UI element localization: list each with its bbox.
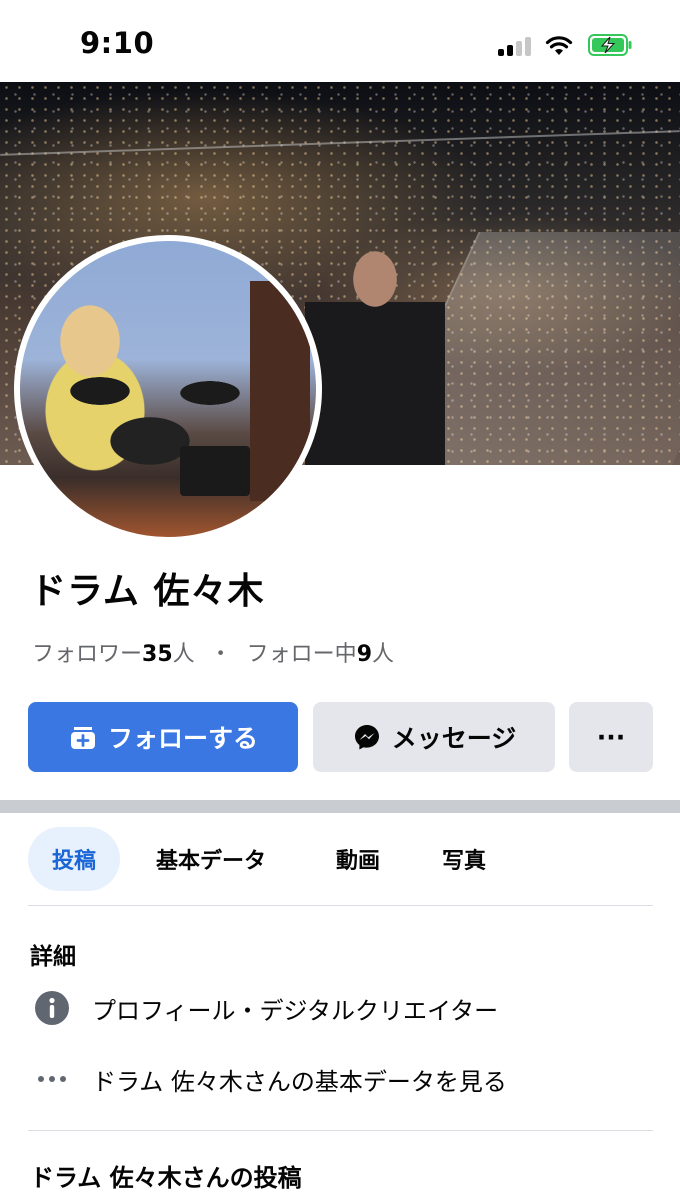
- following-suffix: 人: [372, 642, 395, 667]
- follow-add-icon: [68, 722, 98, 752]
- wifi-icon: [544, 33, 574, 57]
- see-basic-data-link[interactable]: ドラム 佐々木さんの基本データを見る: [92, 1062, 507, 1097]
- followers-link[interactable]: フォロワー35人: [32, 642, 195, 667]
- tab-videos[interactable]: 動画: [336, 827, 380, 891]
- stats-separator: ・: [209, 642, 232, 667]
- detail-item-profile-type: プロフィール・デジタルクリエイター: [34, 990, 498, 1026]
- avatar-speaker: [180, 446, 250, 496]
- battery-charging-icon: [588, 34, 632, 56]
- messenger-icon: [352, 722, 382, 752]
- tab-posts[interactable]: 投稿: [28, 827, 120, 891]
- more-dots-icon: [34, 1061, 70, 1097]
- cover-person: [305, 247, 445, 465]
- tabs-divider: [28, 905, 653, 906]
- info-icon: [34, 990, 70, 1026]
- section-divider: [0, 800, 680, 813]
- followers-count: 35: [142, 642, 173, 667]
- followers-suffix: 人: [172, 642, 195, 667]
- following-link[interactable]: フォロー中9人: [247, 642, 394, 667]
- tab-basic-data[interactable]: 基本データ: [156, 827, 266, 891]
- message-label: メッセージ: [391, 724, 517, 753]
- following-label: フォロー中: [246, 642, 357, 667]
- details-divider: [28, 1130, 653, 1131]
- detail-profile-type: プロフィール・デジタルクリエイター: [92, 996, 499, 1025]
- more-dots-label: ···: [596, 722, 626, 752]
- profile-name: ドラム 佐々木: [30, 571, 265, 612]
- more-button[interactable]: ···: [569, 702, 653, 772]
- profile-tabs: 投稿 基本データ 動画 写真: [28, 827, 653, 891]
- follow-button[interactable]: フォローする: [28, 702, 298, 772]
- message-button[interactable]: メッセージ: [313, 702, 555, 772]
- posts-title: ドラム 佐々木さんの投稿: [30, 1164, 302, 1192]
- follow-label: フォローする: [107, 724, 258, 753]
- signal-icon: [498, 36, 532, 56]
- following-count: 9: [356, 642, 372, 667]
- followers-label: フォロワー: [32, 642, 143, 667]
- detail-item-see-basic-data[interactable]: ドラム 佐々木さんの基本データを見る: [34, 1061, 507, 1097]
- profile-avatar[interactable]: [14, 235, 322, 543]
- tab-photos[interactable]: 写真: [442, 827, 486, 891]
- status-time: 9:10: [80, 26, 155, 60]
- follow-stats: フォロワー35人 ・ フォロー中9人: [32, 636, 394, 668]
- details-title: 詳細: [30, 944, 76, 970]
- status-bar: 9:10: [0, 0, 680, 82]
